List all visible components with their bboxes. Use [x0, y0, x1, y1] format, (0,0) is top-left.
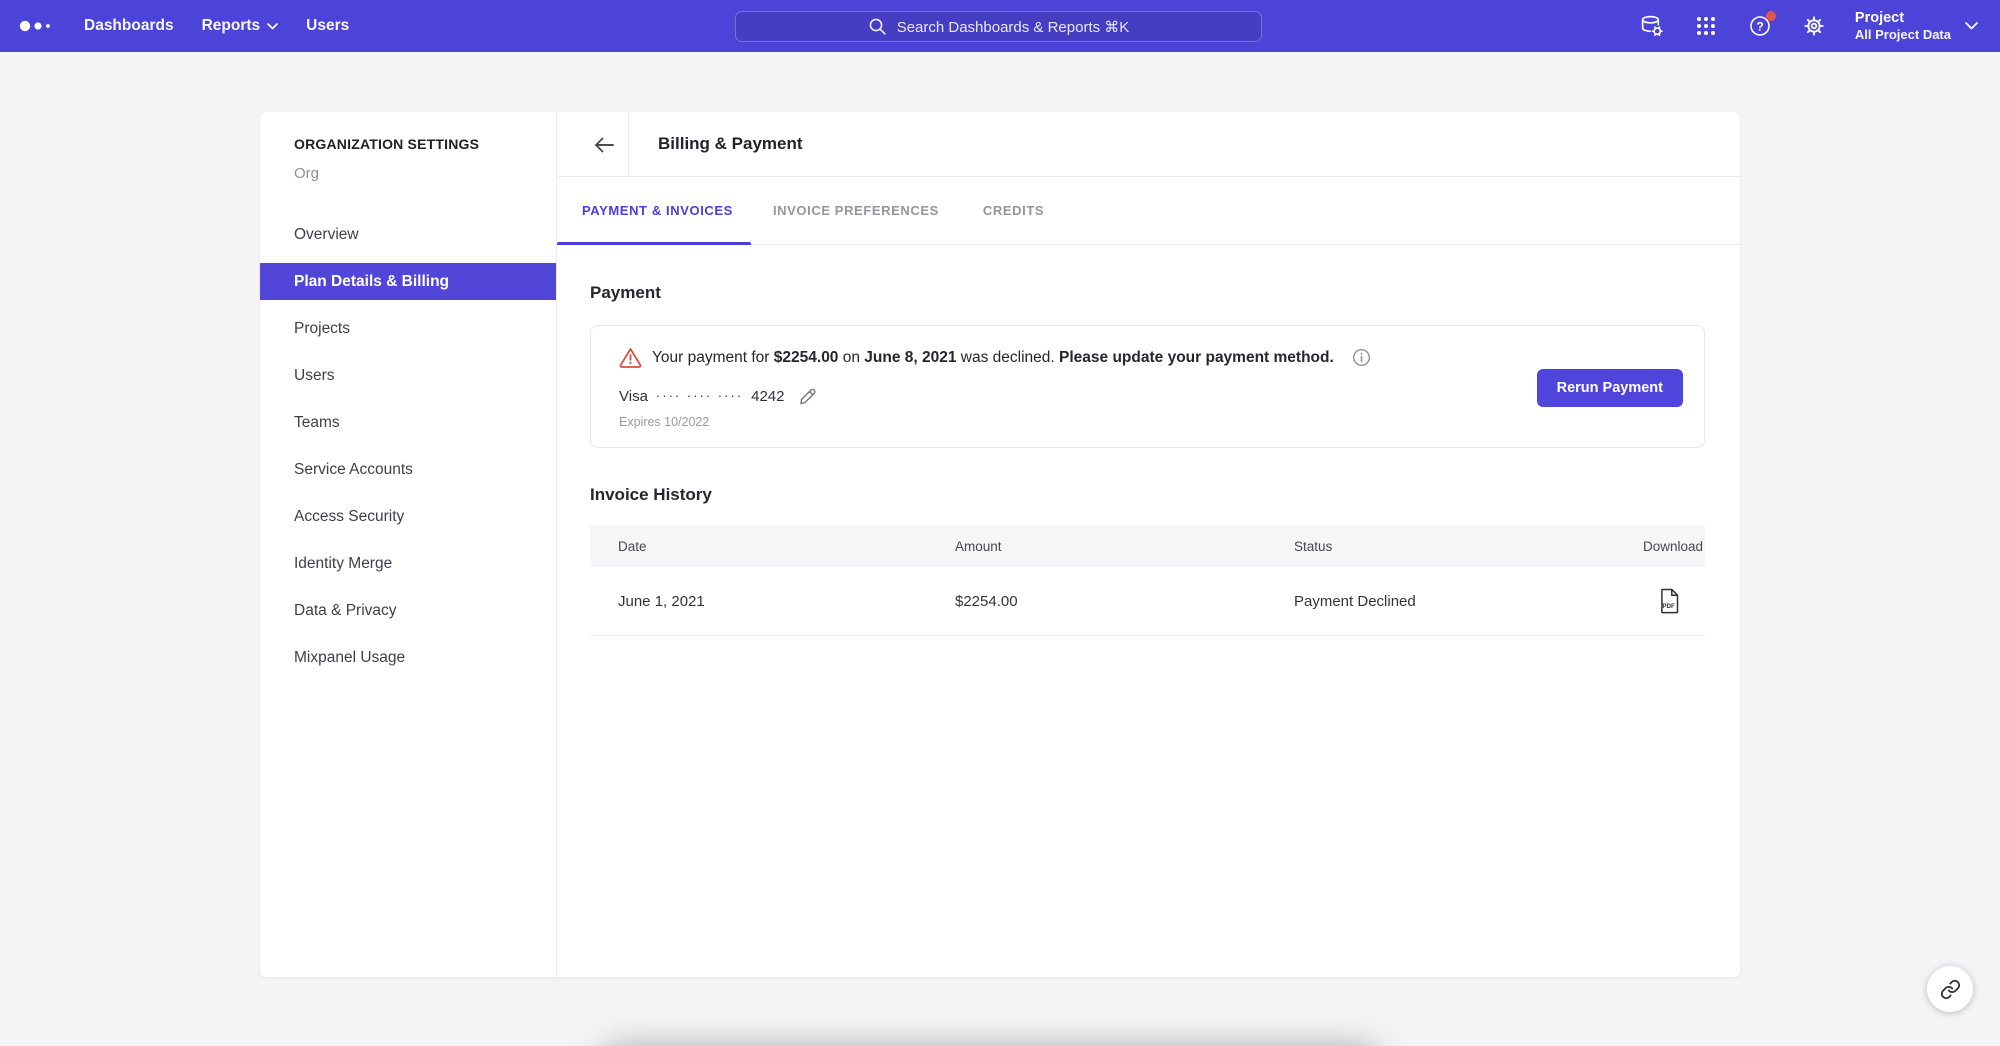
sidebar-item-users[interactable]: Users — [260, 357, 556, 394]
sidebar-item-plan-details-billing[interactable]: Plan Details & Billing — [260, 263, 556, 300]
link-icon — [1940, 979, 1961, 1000]
rerun-payment-button[interactable]: Rerun Payment — [1537, 369, 1683, 407]
copy-link-button[interactable] — [1927, 966, 1973, 1012]
page-title: Billing & Payment — [658, 134, 803, 154]
sidebar-item-projects[interactable]: Projects — [260, 310, 556, 347]
column-header-date: Date — [618, 539, 955, 554]
org-name: Org — [260, 165, 556, 182]
info-icon[interactable] — [1352, 348, 1371, 367]
invoice-date: June 1, 2021 — [618, 593, 955, 610]
warning-triangle-icon — [619, 347, 642, 368]
card-masked-digits: ···· ···· ···· — [656, 388, 743, 403]
settings-gear-icon[interactable] — [1801, 13, 1827, 39]
payment-section-title: Payment — [590, 283, 1705, 303]
pdf-file-icon: PDF — [1659, 588, 1681, 614]
arrow-left-icon — [593, 136, 615, 154]
invoice-status: Payment Declined — [1294, 593, 1634, 610]
table-header-row: Date Amount Status Download — [590, 525, 1705, 567]
invoice-history-title: Invoice History — [590, 485, 1705, 505]
sidebar-item-overview[interactable]: Overview — [260, 216, 556, 253]
nav-item-dashboards[interactable]: Dashboards — [70, 0, 188, 52]
project-label: Project — [1855, 9, 1951, 27]
back-button[interactable] — [579, 112, 628, 177]
table-row: June 1, 2021 $2254.00 Payment Declined P… — [590, 567, 1705, 636]
search-icon — [868, 17, 887, 36]
tab-invoice-preferences[interactable]: INVOICE PREFERENCES — [751, 177, 961, 244]
data-management-icon[interactable] — [1639, 13, 1665, 39]
sidebar-item-teams[interactable]: Teams — [260, 404, 556, 441]
mixpanel-logo-icon[interactable] — [18, 18, 70, 34]
search-placeholder: Search Dashboards & Reports ⌘K — [897, 18, 1130, 36]
nav-item-label: Reports — [202, 17, 261, 35]
svg-text:PDF: PDF — [1662, 603, 1675, 610]
divider — [628, 112, 629, 177]
project-switcher[interactable]: Project All Project Data — [1855, 9, 1978, 43]
card-on-file: Visa ···· ···· ···· 4242 — [619, 388, 784, 405]
download-pdf-button[interactable]: PDF — [1659, 588, 1681, 614]
column-header-amount: Amount — [955, 539, 1294, 554]
apps-grid-icon[interactable] — [1693, 13, 1719, 39]
chevron-down-icon — [267, 23, 278, 30]
project-value: All Project Data — [1855, 27, 1951, 43]
payment-declined-message: Your payment for $2254.00 on June 8, 202… — [652, 349, 1334, 367]
card-expiry: Expires 10/2022 — [619, 415, 709, 429]
card-brand: Visa — [619, 388, 648, 405]
help-icon[interactable]: ? — [1747, 13, 1773, 39]
sidebar-item-access-security[interactable]: Access Security — [260, 498, 556, 535]
notification-dot — [1766, 11, 1776, 21]
sidebar-item-service-accounts[interactable]: Service Accounts — [260, 451, 556, 488]
page-header: Billing & Payment — [557, 112, 1740, 177]
search-input[interactable]: Search Dashboards & Reports ⌘K — [735, 11, 1262, 42]
billing-tabs: PAYMENT & INVOICES INVOICE PREFERENCES C… — [557, 177, 1740, 245]
payment-card: Your payment for $2254.00 on June 8, 202… — [590, 325, 1705, 448]
sidebar-item-mixpanel-usage[interactable]: Mixpanel Usage — [260, 639, 556, 676]
sidebar-item-data-privacy[interactable]: Data & Privacy — [260, 592, 556, 629]
nav-item-users[interactable]: Users — [292, 0, 363, 52]
pencil-icon — [798, 386, 818, 406]
nav-item-label: Users — [306, 17, 349, 35]
tab-payment-invoices[interactable]: PAYMENT & INVOICES — [557, 177, 751, 244]
invoice-amount: $2254.00 — [955, 593, 1294, 610]
settings-panel: ORGANIZATION SETTINGS Org Overview Plan … — [260, 112, 1740, 977]
sidebar-item-identity-merge[interactable]: Identity Merge — [260, 545, 556, 582]
chevron-down-icon — [1965, 22, 1978, 30]
top-navbar: Dashboards Reports Users Search Dashboar… — [0, 0, 2000, 52]
edit-card-button[interactable] — [798, 386, 818, 406]
svg-text:?: ? — [1756, 19, 1763, 33]
tab-credits[interactable]: CREDITS — [961, 177, 1066, 244]
nav-item-reports[interactable]: Reports — [188, 0, 293, 52]
sidebar-title: ORGANIZATION SETTINGS — [260, 136, 556, 152]
column-header-status: Status — [1294, 539, 1634, 554]
invoice-table: Date Amount Status Download June 1, 2021… — [590, 525, 1705, 636]
nav-item-label: Dashboards — [84, 17, 174, 35]
card-last4: 4242 — [751, 388, 784, 405]
column-header-download: Download — [1634, 539, 1705, 554]
org-settings-sidebar: ORGANIZATION SETTINGS Org Overview Plan … — [260, 112, 557, 977]
